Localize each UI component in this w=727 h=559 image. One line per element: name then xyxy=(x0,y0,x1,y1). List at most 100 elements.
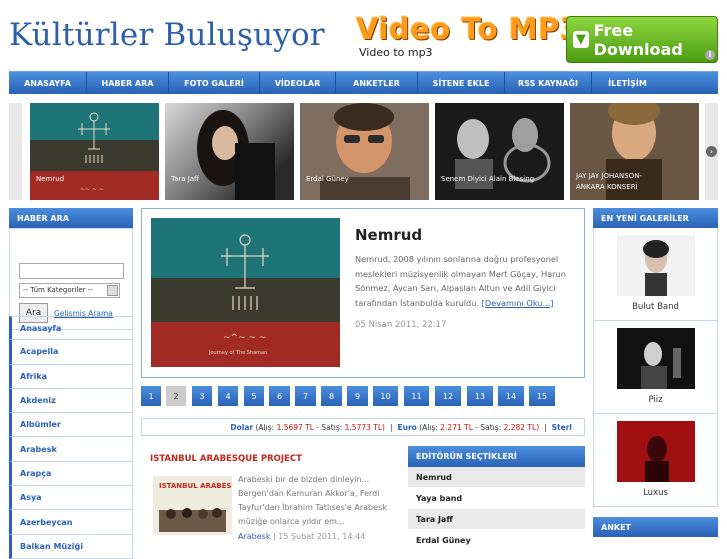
ticker-dolar-satis-label: - Satış: xyxy=(316,422,343,432)
ticker-dolar-alis: 1.5697 TL xyxy=(276,422,314,432)
slide-caption: Erdal Güney xyxy=(306,175,349,183)
page-button[interactable]: 7 xyxy=(295,386,316,406)
slide-erdal-guney[interactable]: Erdal Güney xyxy=(300,103,429,200)
news-category-link[interactable]: Arabesk xyxy=(238,532,270,541)
ad-download-label: Free Download xyxy=(593,20,683,59)
site-header: Kültürler Buluşuyor Video To MP3 Video t… xyxy=(0,0,727,70)
ad-download-button[interactable]: ▼ Free Download i xyxy=(566,16,718,63)
ad-title[interactable]: Video To MP3 xyxy=(356,12,581,46)
category-item[interactable]: Azerbeycan xyxy=(9,510,133,535)
category-item[interactable]: Albümler xyxy=(9,413,133,438)
search-box: -- Tüm Kategoriler -- Ara Gelişmiş Arama xyxy=(9,228,133,330)
ticker-separator: | xyxy=(544,422,547,432)
nav-item-iletisim[interactable]: İLETİŞİM xyxy=(592,72,663,94)
nav-item-anketler[interactable]: ANKETLER xyxy=(336,72,418,94)
news-cover-graphic: ISTANBUL ARABESQUE PROJECT xyxy=(153,476,232,535)
slide-senem-diyici[interactable]: Senem Diyici Alain Blesing xyxy=(435,103,564,200)
editor-pick-item[interactable]: Nemrud xyxy=(408,467,585,488)
category-select[interactable]: -- Tüm Kategoriler -- xyxy=(19,283,120,298)
gallery-item[interactable]: Luxus xyxy=(593,414,718,507)
slide-jay-jay-johanson[interactable]: JAY JAY JOHANSON- ANKARA KONSERİ xyxy=(570,103,699,200)
slide-tara-jaff[interactable]: Tara Jaff xyxy=(165,103,294,200)
page-button[interactable]: 4 xyxy=(218,386,238,406)
erdal-guney-photo xyxy=(300,103,429,200)
page-button[interactable]: 15 xyxy=(529,386,555,406)
editor-pick-item[interactable]: Erdal Güney xyxy=(408,530,585,545)
category-item[interactable]: Arabesk xyxy=(9,437,133,462)
senem-diyici-photo xyxy=(455,118,551,189)
page-button[interactable]: 3 xyxy=(192,386,212,406)
news-image[interactable]: ISTANBUL ARABESQUE PROJECT xyxy=(153,476,232,535)
page-button[interactable]: 14 xyxy=(498,386,524,406)
slide-caption: Tara Jaff xyxy=(171,175,199,183)
category-item[interactable]: Anasayfa xyxy=(9,316,133,341)
gallery-name: Luxus xyxy=(643,488,668,498)
editor-picks-title: EDİTÖRÜN SEÇTİKLERİ xyxy=(408,446,585,467)
slide-caption-line2: ANKARA KONSERİ xyxy=(576,183,638,191)
category-list: Anasayfa Acapella Afrika Akdeniz Albümle… xyxy=(9,316,133,559)
page-button[interactable]: 13 xyxy=(467,386,493,406)
nemrud-figure-graphic: ~~ ~ ~ xyxy=(78,112,110,193)
page-button[interactable]: 9 xyxy=(347,386,368,406)
ticker-euro-label[interactable]: Euro xyxy=(397,423,416,432)
page-button[interactable]: 10 xyxy=(373,386,398,406)
info-icon[interactable]: i xyxy=(705,50,715,60)
featured-image[interactable]: ~^~ ~ ~ Journey of The Shaman xyxy=(151,218,340,367)
ticker-euro-alis-label: (Alış: xyxy=(419,422,438,432)
svg-text:Journey of The Shaman: Journey of The Shaman xyxy=(208,350,267,356)
search-input[interactable] xyxy=(19,263,124,279)
ticker-sterlin-label[interactable]: Sterl xyxy=(552,423,572,432)
svg-text:~^~ ~ ~: ~^~ ~ ~ xyxy=(223,333,266,343)
page-button[interactable]: 12 xyxy=(435,386,461,406)
page-button[interactable]: 6 xyxy=(269,386,290,406)
page-button[interactable]: 8 xyxy=(321,386,342,406)
piiz-photo xyxy=(641,342,681,389)
featured-title[interactable]: Nemrud xyxy=(355,226,422,244)
category-item[interactable]: Acapella xyxy=(9,340,133,365)
page-button[interactable]: 11 xyxy=(404,386,429,406)
gallery-thumb xyxy=(617,421,695,482)
gallery-item[interactable]: Bulut Band xyxy=(593,228,718,321)
page-button-active[interactable]: 2 xyxy=(166,386,186,406)
ticker-dolar-label[interactable]: Dolar xyxy=(230,423,253,432)
news-item: ISTANBUL ARABESQUE PROJECT ISTANBUL ARAB… xyxy=(141,446,400,545)
gallery-item[interactable]: Piiz xyxy=(593,321,718,414)
gallery-name: Piiz xyxy=(648,395,663,405)
editor-pick-item[interactable]: Tara Jaff xyxy=(408,509,585,530)
featured-article: ~^~ ~ ~ Journey of The Shaman Nemrud Nem… xyxy=(141,208,585,378)
news-meta: Arabesk | 15 Şubat 2011, 14:44 xyxy=(238,532,365,541)
nav-item-sitene-ekle[interactable]: SİTENE EKLE xyxy=(418,72,505,94)
slider-prev-button[interactable] xyxy=(9,103,22,200)
ad-subtitle[interactable]: Video to mp3 xyxy=(359,46,433,59)
poll-panel: ANKET xyxy=(593,517,718,537)
category-item[interactable]: Akdeniz xyxy=(9,388,133,414)
category-item[interactable]: Arapça xyxy=(9,461,133,487)
slider-next-button[interactable]: › xyxy=(705,103,718,200)
site-logo[interactable]: Kültürler Buluşuyor xyxy=(9,17,325,53)
category-select-value: -- Tüm Kategoriler -- xyxy=(23,286,93,294)
category-item[interactable]: Balkan Müziği xyxy=(9,534,133,559)
nav-item-anasayfa[interactable]: ANASAYFA xyxy=(9,72,87,94)
news-date: | 15 Şubat 2011, 14:44 xyxy=(273,532,366,541)
category-item[interactable]: Asya xyxy=(9,486,133,511)
news-summary: Arabeski bir de bizden dinleyin... Berge… xyxy=(238,475,387,526)
search-panel: HABER ARA -- Tüm Kategoriler -- Ara Geli… xyxy=(9,208,133,330)
featured-date: 05 Nisan 2011, 22:17 xyxy=(355,320,447,330)
slide-caption: JAY JAY JOHANSON- xyxy=(576,172,642,180)
photo-slider: ~~ ~ ~ Nemrud Tara Jaff Erdal Güney Sene xyxy=(9,103,718,200)
read-more-link[interactable]: [Devamını Oku...] xyxy=(482,298,554,308)
editor-picks: EDİTÖRÜN SEÇTİKLERİ Nemrud Yaya band Tar… xyxy=(408,446,585,545)
search-box-title: HABER ARA xyxy=(9,208,133,228)
slide-nemrud[interactable]: ~~ ~ ~ Nemrud xyxy=(30,103,159,200)
page-button[interactable]: 1 xyxy=(141,386,161,406)
nav-item-haber-ara[interactable]: HABER ARA xyxy=(87,72,169,94)
nav-item-rss[interactable]: RSS KAYNAĞI xyxy=(505,72,592,94)
editor-pick-item[interactable]: Yaya band xyxy=(408,488,585,509)
nav-item-foto-galeri[interactable]: FOTO GALERİ xyxy=(169,72,260,94)
news-title[interactable]: ISTANBUL ARABESQUE PROJECT xyxy=(150,454,302,464)
nav-item-videolar[interactable]: VİDEOLAR xyxy=(260,72,336,94)
category-item[interactable]: Afrika xyxy=(9,364,133,389)
page-button[interactable]: 5 xyxy=(244,386,264,406)
main-nav: ANASAYFA HABER ARA FOTO GALERİ VİDEOLAR … xyxy=(9,71,718,94)
gallery-name: Bulut Band xyxy=(632,302,679,312)
